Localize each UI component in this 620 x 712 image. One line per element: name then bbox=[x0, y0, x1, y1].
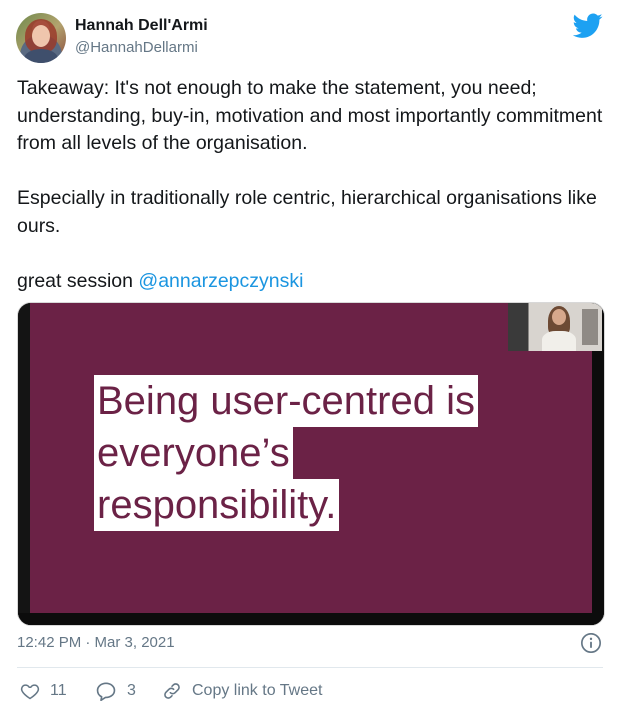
avatar[interactable] bbox=[16, 13, 66, 63]
divider bbox=[17, 667, 603, 668]
author-handle[interactable]: @HannahDellarmi bbox=[75, 39, 198, 56]
like-count: 11 bbox=[50, 682, 67, 699]
tweet-text: Takeaway: It's not enough to make the st… bbox=[17, 75, 607, 295]
heart-icon bbox=[20, 684, 40, 700]
tweet-body: Takeaway: It's not enough to make the st… bbox=[17, 77, 603, 292]
link-icon bbox=[164, 683, 180, 699]
tweet-timestamp[interactable]: 12:42 PM · Mar 3, 2021 bbox=[17, 634, 175, 651]
speaker-video-thumbnail bbox=[508, 303, 602, 351]
slide-line-2: everyone’s bbox=[94, 427, 293, 479]
media-letterbox-bottom bbox=[18, 613, 604, 625]
mention-link[interactable]: @annarzepczynski bbox=[138, 270, 303, 292]
media-letterbox-right bbox=[592, 303, 604, 625]
like-button[interactable]: 11 bbox=[20, 680, 67, 702]
copy-link-button[interactable]: Copy link to Tweet bbox=[162, 680, 322, 702]
slide-line-3: responsibility. bbox=[94, 479, 340, 531]
media-letterbox-left bbox=[18, 303, 30, 625]
twitter-bird-icon[interactable] bbox=[573, 13, 603, 39]
reply-button[interactable]: 3 bbox=[95, 680, 136, 702]
author-name[interactable]: Hannah Dell'Armi bbox=[75, 17, 208, 35]
info-icon[interactable] bbox=[580, 632, 602, 654]
copy-link-label: Copy link to Tweet bbox=[192, 682, 323, 699]
reply-count: 3 bbox=[127, 682, 136, 699]
tweet-media[interactable]: Being user-centred is everyone’s respons… bbox=[17, 302, 605, 626]
slide-line-1: Being user-centred is bbox=[94, 375, 478, 427]
reply-bubble-icon bbox=[96, 682, 116, 701]
